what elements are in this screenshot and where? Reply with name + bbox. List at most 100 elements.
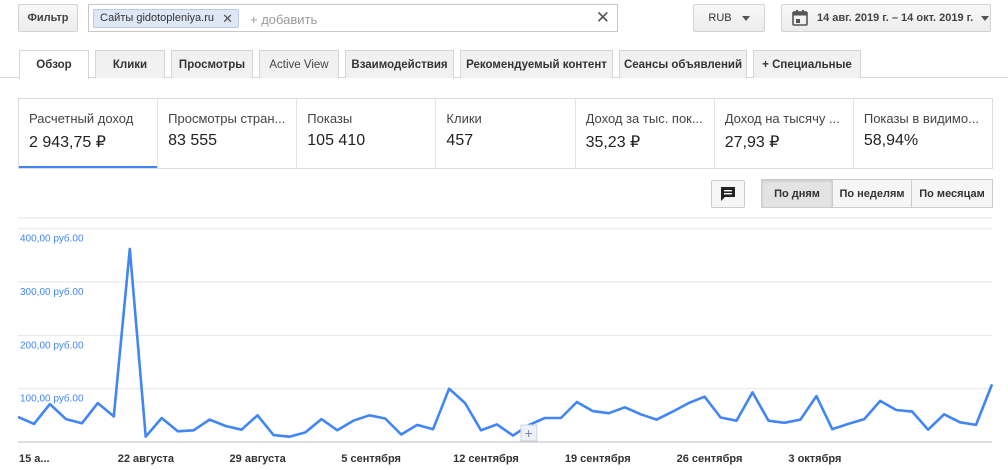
metric-label: Показы: [307, 111, 353, 126]
tab-views[interactable]: Просмотры: [171, 50, 253, 78]
annotation-button[interactable]: [711, 180, 745, 208]
tab-ad-sessions[interactable]: Сеансы объявлений: [619, 50, 747, 78]
data-point: [303, 430, 307, 434]
data-point: [463, 401, 467, 405]
data-point: [32, 422, 36, 426]
date-range-label: 14 авг. 2019 г. – 14 окт. 2019 г.: [817, 12, 974, 24]
data-point: [830, 427, 834, 431]
data-point: [271, 433, 275, 437]
data-point: [447, 387, 451, 391]
add-filter-placeholder[interactable]: + добавить: [250, 12, 317, 27]
y-tick-label: 100,00 руб.00: [20, 393, 84, 405]
metric-label: Доход на тысячу ...: [724, 111, 840, 126]
metric-value: 2 943,75 ₽: [29, 134, 106, 151]
data-point: [862, 417, 866, 421]
data-point: [399, 433, 403, 437]
data-point: [591, 409, 595, 413]
y-tick-label: 200,00 руб.00: [20, 339, 84, 351]
data-point: [894, 408, 898, 412]
currency-value: RUB: [708, 12, 732, 24]
data-point: [240, 428, 244, 432]
data-point: [192, 428, 196, 432]
filter-input[interactable]: Сайты gidotopleniya.ru ✕ + добавить ✕: [88, 4, 618, 32]
tab-clicks[interactable]: Клики: [95, 50, 165, 78]
y-tick-label: 300,00 руб.00: [20, 286, 84, 298]
granularity-days[interactable]: По дням: [761, 179, 833, 208]
chip-remove-icon[interactable]: ✕: [222, 10, 233, 27]
filter-button[interactable]: Фильтр: [18, 4, 78, 32]
data-point: [96, 401, 100, 405]
metric-impressions[interactable]: Показы 105 410: [297, 99, 437, 168]
metric-label: Расчетный доход: [29, 111, 134, 126]
data-point: [655, 418, 659, 422]
metric-value: 27,93 ₽: [724, 134, 780, 151]
data-point: [990, 382, 994, 386]
metrics-panel: Расчетный доход 2 943,75 ₽ Просмотры стр…: [18, 98, 993, 169]
metric-viewable-impressions[interactable]: Показы в видимо... 58,94%: [854, 99, 992, 168]
comment-icon: [721, 187, 735, 201]
data-point: [64, 417, 68, 421]
data-point: [335, 428, 339, 432]
metric-value: 58,94%: [863, 132, 919, 149]
data-point: [495, 422, 499, 426]
data-point: [319, 417, 323, 421]
metric-label: Просмотры стран...: [168, 111, 286, 126]
data-point: [256, 413, 260, 417]
data-point: [735, 419, 739, 423]
metric-value: 457: [446, 132, 474, 149]
tab-custom[interactable]: + Специальные: [753, 50, 861, 78]
data-point: [80, 421, 84, 425]
data-point: [974, 423, 978, 427]
tab-overview[interactable]: Обзор: [19, 50, 89, 79]
granularity-weeks[interactable]: По неделям: [832, 179, 912, 208]
data-point: [128, 247, 132, 251]
x-tick-label: 15 а...: [19, 453, 50, 465]
data-point: [926, 428, 930, 432]
metric-clicks[interactable]: Клики 457: [436, 99, 576, 168]
metric-page-views[interactable]: Просмотры стран... 83 555: [158, 99, 298, 168]
metric-estimated-revenue[interactable]: Расчетный доход 2 943,75 ₽: [19, 99, 159, 168]
metric-label: Клики: [446, 111, 482, 126]
data-point: [479, 428, 483, 432]
date-range-picker[interactable]: 14 авг. 2019 г. – 14 окт. 2019 г.: [781, 4, 991, 32]
chevron-down-icon: [981, 15, 990, 21]
data-point: [942, 412, 946, 416]
metric-value: 105 410: [307, 132, 366, 149]
data-point: [719, 415, 723, 419]
x-tick-label: 5 сентября: [341, 453, 401, 465]
tab-recommended-content[interactable]: Рекомендуемый контент: [460, 50, 613, 78]
data-point: [575, 400, 579, 404]
data-point: [814, 394, 818, 398]
x-tick-label: 19 сентября: [565, 453, 631, 465]
metric-impression-rpm[interactable]: Доход на тысячу ... 27,93 ₽: [715, 99, 854, 168]
clear-filter-icon[interactable]: ✕: [596, 8, 610, 28]
chevron-down-icon: [741, 15, 750, 21]
data-point: [16, 415, 20, 419]
granularity-months[interactable]: По месяцам: [911, 179, 993, 208]
tab-interactions[interactable]: Взаимодействия: [345, 50, 454, 78]
data-point: [511, 434, 515, 438]
data-point: [287, 435, 291, 439]
data-point: [383, 417, 387, 421]
currency-select[interactable]: RUB: [693, 4, 765, 32]
data-point: [958, 420, 962, 424]
filter-chip-site[interactable]: Сайты gidotopleniya.ru ✕: [93, 9, 239, 28]
data-point: [671, 410, 675, 414]
data-point: [208, 418, 212, 422]
data-point: [607, 411, 611, 415]
x-tick-label: 29 августа: [230, 453, 287, 465]
data-point: [846, 422, 850, 426]
data-point: [559, 416, 563, 420]
revenue-line-chart: 400,00 руб.00 300,00 руб.00 200,00 руб.00 1…: [16, 217, 994, 465]
metric-value: 35,23 ₽: [585, 134, 641, 151]
data-point: [224, 424, 228, 428]
data-point: [415, 423, 419, 427]
metric-page-rpm[interactable]: Доход за тыс. пок... 35,23 ₽: [576, 99, 715, 168]
data-point: [703, 395, 707, 399]
data-point: [543, 416, 547, 420]
data-point: [351, 419, 355, 423]
tab-active-view[interactable]: Active View: [259, 50, 339, 78]
data-point: [160, 416, 164, 420]
data-point: [176, 429, 180, 433]
data-point: [48, 402, 52, 406]
